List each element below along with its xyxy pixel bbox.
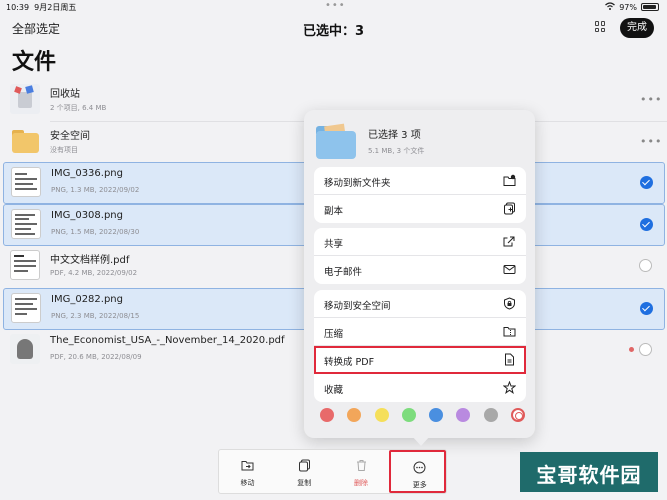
status-bar: 10:39 9月2日周五 ••• 97% (0, 0, 667, 14)
file-meta: PNG, 2.3 MB, 2022/08/15 (51, 312, 140, 320)
unselected-circle-icon[interactable] (639, 259, 652, 272)
file-meta: 没有项目 (50, 146, 78, 154)
popover-title: 已选择 3 项 (368, 130, 421, 141)
mail-icon (503, 265, 516, 274)
star-icon (503, 381, 516, 394)
share-icon (503, 236, 515, 247)
more-options-icon[interactable]: ••• (640, 93, 662, 106)
menu-item-label: 转换成 PDF (324, 357, 375, 368)
file-name: 回收站 (50, 89, 80, 100)
status-right: 97% (605, 2, 659, 12)
file-meta: PDF, 4.2 MB, 2022/09/02 (50, 269, 138, 277)
menu-group-2: 共享 电子邮件 (314, 228, 526, 284)
file-thumbnail (11, 293, 41, 323)
menu-item-compress[interactable]: 压缩 (314, 318, 526, 346)
menu-item-label: 移动到新文件夹 (324, 178, 391, 189)
watermark-text: 宝哥软件园 (536, 463, 642, 487)
copy-label: 复制 (297, 479, 312, 487)
bottom-toolbar: 移动 复制 删除 更多 (218, 449, 447, 494)
site-watermark-logo: 宝哥软件园 (520, 452, 658, 492)
shield-lock-icon (504, 297, 515, 310)
file-name: 中文文档样例.pdf (50, 255, 130, 266)
menu-item-label: 移动到安全空间 (324, 301, 391, 312)
menu-item-label: 收藏 (324, 385, 344, 396)
file-name: IMG_0282.png (51, 294, 123, 305)
file-thumbnail (10, 334, 40, 364)
menu-item-label: 副本 (324, 206, 344, 217)
menu-group-3: 移动到安全空间 压缩 转换成 PDF 收藏 (314, 290, 526, 402)
wifi-icon (605, 2, 616, 12)
move-button[interactable]: 移动 (219, 450, 276, 493)
document-icon (505, 353, 514, 366)
more-button[interactable]: 更多 (389, 450, 447, 493)
tag-color-red[interactable] (320, 408, 334, 422)
menu-item-favorite[interactable]: 收藏 (314, 374, 526, 402)
status-time: 10:39 9月2日周五 (6, 3, 77, 12)
popover-header: 已选择 3 项 5.1 MB, 3 个文件 (304, 110, 535, 168)
menu-item-share[interactable]: 共享 (314, 228, 526, 256)
tag-color-yellow[interactable] (374, 408, 389, 422)
file-thumbnail (11, 209, 41, 239)
grid-view-icon[interactable] (595, 21, 606, 32)
tag-color-blue[interactable] (429, 408, 444, 422)
done-button[interactable]: 完成 (620, 18, 654, 38)
selected-check-icon[interactable] (640, 176, 653, 189)
menu-item-duplicate[interactable]: 副本 (314, 195, 526, 223)
tag-color-green[interactable] (401, 408, 416, 422)
file-meta: PNG, 1.5 MB, 2022/08/30 (51, 228, 140, 236)
delete-button[interactable]: 删除 (333, 450, 390, 493)
file-name: IMG_0336.png (51, 168, 123, 179)
more-label: 更多 (412, 481, 427, 489)
popover-subtitle: 5.1 MB, 3 个文件 (368, 147, 425, 155)
folder-plus-icon (503, 174, 516, 186)
trash-icon (356, 460, 366, 471)
file-meta: PDF, 20.6 MB, 2022/08/09 (50, 353, 142, 361)
file-name: IMG_0308.png (51, 210, 123, 221)
popover-arrow (412, 436, 430, 446)
selection-count-title: 已选中：3 (302, 24, 365, 39)
top-bar: 全部选定 已选中：3 完成 (0, 14, 667, 42)
more-icon (413, 461, 426, 474)
tag-color-row (320, 408, 525, 422)
menu-item-label: 电子邮件 (324, 267, 363, 278)
file-meta: PNG, 1.3 MB, 2022/09/02 (51, 186, 140, 194)
menu-item-move-secure-space[interactable]: 移动到安全空间 (314, 290, 526, 318)
battery-percent: 97% (619, 2, 637, 12)
selected-check-icon[interactable] (640, 218, 653, 231)
archive-folder-icon (503, 327, 516, 337)
delete-label: 删除 (354, 479, 368, 487)
folder-icon (316, 123, 356, 159)
selected-check-icon[interactable] (640, 302, 653, 315)
menu-item-convert-pdf[interactable]: 转换成 PDF (314, 346, 526, 374)
menu-item-move-new-folder[interactable]: 移动到新文件夹 (314, 167, 526, 195)
folder-icon (10, 126, 40, 156)
more-options-icon[interactable]: ••• (640, 135, 662, 148)
menu-group-1: 移动到新文件夹 副本 (314, 167, 526, 223)
file-thumbnail (10, 250, 40, 280)
red-tag-dot (629, 347, 634, 352)
file-thumbnail (11, 167, 41, 197)
menu-item-label: 压缩 (324, 329, 344, 340)
file-name: The_Economist_USA_-_November_14_2020.pdf (50, 335, 285, 346)
copy-button[interactable]: 复制 (276, 450, 333, 493)
file-meta: 2 个项目, 6.4 MB (50, 104, 107, 112)
move-folder-icon (241, 461, 254, 471)
file-name: 安全空间 (50, 131, 90, 142)
battery-icon (641, 3, 659, 11)
menu-item-label: 共享 (324, 239, 344, 250)
multitask-dots[interactable]: ••• (325, 0, 346, 11)
trash-icon (10, 84, 40, 114)
tag-color-gray[interactable] (483, 408, 498, 422)
duplicate-icon (504, 202, 515, 215)
menu-item-email[interactable]: 电子邮件 (314, 256, 526, 284)
actions-popover: 已选择 3 项 5.1 MB, 3 个文件 移动到新文件夹 副本 共享 电子邮件… (304, 110, 535, 438)
unselected-circle-icon[interactable] (639, 343, 652, 356)
page-title: 文件 (12, 50, 57, 75)
copy-icon (298, 459, 310, 472)
all-tags-icon[interactable] (510, 408, 525, 422)
tag-color-orange[interactable] (347, 408, 362, 422)
tag-color-purple[interactable] (456, 408, 471, 422)
move-label: 移动 (240, 479, 255, 487)
